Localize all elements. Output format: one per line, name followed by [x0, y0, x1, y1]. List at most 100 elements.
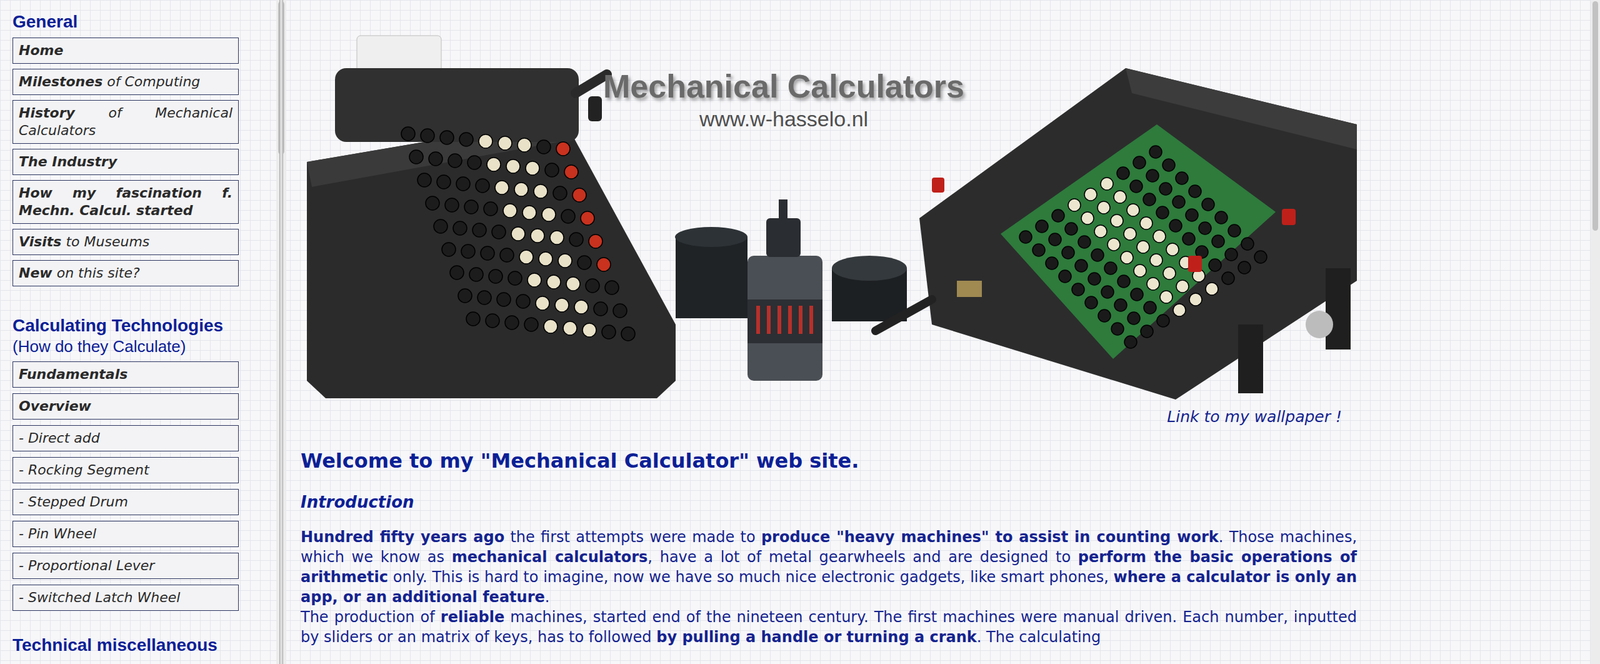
sidebar-item[interactable]: Overview	[12, 393, 239, 420]
calculator-key	[1201, 198, 1215, 211]
calculator-key	[1130, 288, 1144, 301]
sidebar-item[interactable]: - Pin Wheel	[12, 520, 239, 547]
sidebar-item[interactable]: Milestones of Computing	[12, 68, 239, 95]
calculator-key	[516, 294, 530, 309]
calculator-key	[458, 288, 472, 303]
calculator-key	[1163, 266, 1176, 280]
calculator-key	[1116, 166, 1130, 180]
calculator-key	[601, 325, 616, 339]
sidebar-section: General Home Milestones of Computing Histor…	[12, 11, 264, 287]
main-scrollbar[interactable]	[1590, 0, 1600, 664]
calculator-key	[517, 138, 532, 152]
calculator-key	[535, 296, 550, 310]
calculator-key	[558, 253, 572, 268]
calculator-key	[428, 151, 443, 166]
calculator-key	[409, 150, 424, 164]
sidebar-item[interactable]: - Proportional Lever	[12, 552, 239, 579]
calculator-key	[556, 141, 570, 156]
sidebar-item[interactable]: Home	[12, 37, 239, 64]
calculator-key	[550, 230, 564, 245]
section-title: Technical miscellaneous	[12, 634, 264, 656]
calculator-key	[466, 311, 480, 326]
calculator-key	[445, 198, 459, 212]
sidebar-item[interactable]: How my fascination f. Mechn. Calcul. sta…	[12, 180, 239, 224]
sidebar-item[interactable]: Visits to Museums	[12, 228, 239, 255]
calculator-key	[1205, 282, 1219, 295]
sidebar-item[interactable]: The Industry	[12, 148, 239, 175]
calculator-key	[543, 319, 558, 334]
calculator-key	[478, 134, 493, 149]
calculator-key	[1140, 325, 1154, 338]
banner: Mechanical Calculatorswww.w-hasselo.nl	[300, 30, 1357, 406]
calculator-key	[1078, 235, 1091, 249]
calculator-key	[1048, 233, 1062, 246]
calculator-key	[1160, 290, 1173, 304]
calculator-key	[1136, 240, 1150, 254]
calculator-key	[524, 317, 539, 332]
calculator-key	[1101, 285, 1114, 299]
sidebar-item[interactable]: - Rocking Segment	[12, 456, 239, 484]
calculator-key	[613, 303, 627, 318]
calculator-key	[488, 269, 503, 284]
calculator-key	[1211, 235, 1225, 248]
calculator-key	[545, 163, 559, 177]
calculator-key	[1088, 272, 1101, 285]
sidebar-item[interactable]: Fundamentals	[12, 361, 239, 388]
calculator-key	[1113, 190, 1127, 204]
calculator-key	[448, 153, 462, 168]
calculator-key	[433, 219, 448, 234]
scrollbar-thumb[interactable]	[1592, 1, 1599, 231]
calculator-key	[577, 255, 592, 270]
section-title: General	[12, 11, 264, 33]
calculator-key	[436, 175, 451, 189]
calculator-key	[1166, 243, 1179, 256]
page: General Home Milestones of Computing Histor…	[0, 0, 1600, 664]
calculator-key	[1084, 188, 1097, 201]
intro-title: Introduction	[300, 491, 1591, 512]
sidebar-nav: General Home Milestones of Computing Histor…	[0, 0, 264, 664]
sidebar-item[interactable]: - Stepped Drum	[12, 488, 239, 515]
calculator-key	[1071, 283, 1085, 296]
calculator-key	[1097, 201, 1110, 214]
calculator-key	[1051, 209, 1065, 222]
calculator-key	[1156, 206, 1169, 219]
calculator-key	[469, 267, 484, 282]
sidebar-section: Technical miscellaneous	[12, 634, 264, 661]
calculator-key	[1228, 224, 1241, 237]
calculator-key	[464, 200, 479, 214]
calculator-key	[1035, 220, 1049, 233]
calculator-key	[472, 223, 487, 237]
sidebar-list: Fundamentals Overview - Direct add - Rockin…	[12, 361, 264, 611]
calculator-key	[417, 173, 432, 187]
content-column: Mechanical Calculatorswww.w-hasselo.nlLi…	[283, 0, 1591, 664]
calculator-key	[527, 273, 542, 287]
calculator-key	[1182, 232, 1195, 245]
calculator-key	[1104, 261, 1117, 275]
calculator-key	[401, 126, 415, 141]
calculator-key	[480, 246, 495, 260]
wallpaper-link[interactable]: Link to my wallpaper !	[1166, 406, 1357, 427]
frame-divider[interactable]	[279, 0, 284, 664]
sidebar-item[interactable]: - Switched Latch Wheel	[12, 584, 239, 611]
calculator-key	[1127, 311, 1140, 325]
calculator-key	[582, 323, 597, 337]
sidebar-item[interactable]: History of Mechanical Calculators	[12, 100, 239, 144]
calculator-key	[596, 257, 611, 272]
calculator-key	[1032, 243, 1045, 257]
sidebar-item[interactable]: - Direct add	[12, 425, 239, 452]
calculator-key	[506, 159, 520, 174]
calculator-key	[1172, 195, 1185, 209]
sidebar-item[interactable]: New on this site?	[12, 260, 239, 287]
calculator-key	[1058, 270, 1072, 283]
calculator-key	[459, 132, 474, 147]
calculator-key	[483, 201, 498, 216]
calculator-key	[498, 136, 512, 150]
calculator-key	[1133, 156, 1146, 169]
calculator-key	[1238, 261, 1251, 274]
calculator-key	[1100, 177, 1114, 190]
calculator-key	[1075, 259, 1088, 272]
calculator-key	[1198, 221, 1212, 235]
calculator-key	[580, 211, 595, 225]
paragraph: The production of reliable machines, sta…	[300, 606, 1357, 647]
calculator-key	[1153, 230, 1166, 243]
